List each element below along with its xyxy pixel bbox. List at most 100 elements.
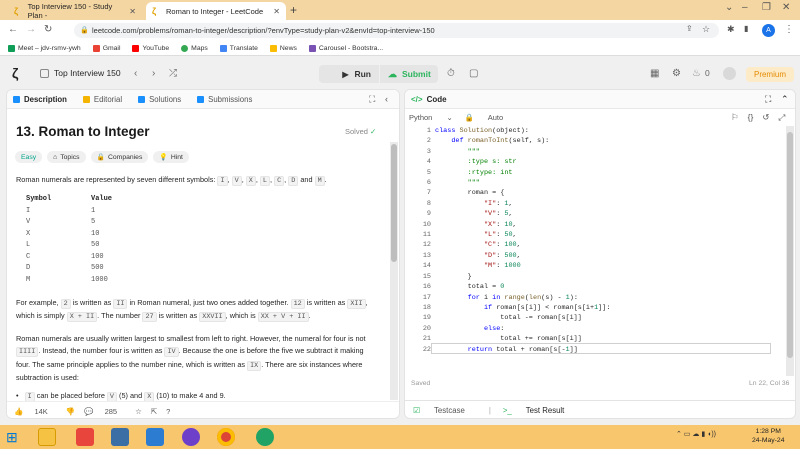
vscode-icon[interactable]: [146, 428, 164, 446]
reset-icon[interactable]: ↺: [762, 112, 769, 123]
bootstrap-icon: [308, 45, 316, 52]
collapse-icon[interactable]: ‹: [385, 94, 388, 104]
fullscreen-icon[interactable]: ⤢: [778, 112, 785, 123]
table-row: C 100: [26, 252, 104, 261]
clock[interactable]: 1:28 PM 24-May-24: [752, 427, 785, 445]
language-select[interactable]: Python ⌄: [409, 113, 453, 122]
leetcode-logo-icon[interactable]: ζ: [12, 66, 25, 80]
close-icon[interactable]: ✕: [273, 7, 280, 16]
terminal-icon: >_: [502, 406, 512, 415]
symbol-code: X: [245, 176, 256, 186]
next-problem-icon[interactable]: ›: [152, 68, 155, 79]
tab-submissions[interactable]: Submissions: [197, 95, 252, 104]
close-icon[interactable]: ✕: [129, 7, 136, 16]
favorite-star-icon[interactable]: ☆: [135, 407, 142, 416]
tab-solutions[interactable]: Solutions: [138, 95, 181, 104]
comment-icon: 💬: [84, 406, 94, 416]
bookmark-translate[interactable]: Translate: [219, 45, 258, 52]
new-tab-button[interactable]: +: [290, 3, 297, 17]
shuffle-icon[interactable]: ⤮: [169, 68, 177, 79]
maximize-icon[interactable]: ⛶: [765, 94, 771, 105]
chrome-icon[interactable]: [217, 428, 235, 446]
hint-tag[interactable]: 💡 Hint: [153, 151, 189, 163]
browser-tab-study-plan[interactable]: ζ Top Interview 150 - Study Plan - ✕: [8, 2, 142, 20]
sidebar-icon[interactable]: ▮: [744, 24, 748, 33]
tab-description[interactable]: Description: [13, 95, 67, 104]
system-tray[interactable]: ⌃ ▭ ☁ ▮ ◖)): [676, 430, 716, 438]
tab-label: Top Interview 150 - Study Plan -: [27, 2, 113, 20]
problem-list-link[interactable]: Top Interview 150: [40, 68, 121, 78]
prev-problem-icon[interactable]: ‹: [134, 68, 137, 79]
collapse-icon[interactable]: ⌃: [781, 94, 789, 105]
user-avatar[interactable]: [723, 67, 736, 80]
close-window-icon[interactable]: ✕: [782, 2, 790, 13]
difficulty-badge: Easy: [15, 151, 43, 163]
dislike-icon[interactable]: 👎: [66, 407, 75, 416]
submissions-icon: [197, 95, 205, 103]
checkbox-icon: ☑: [413, 406, 420, 415]
bookmark-icon[interactable]: ⚐: [731, 112, 739, 123]
like-button[interactable]: 👍 14K: [14, 407, 57, 416]
bookmark-news[interactable]: News: [269, 45, 297, 52]
maximize-icon[interactable]: ⛶: [369, 94, 375, 105]
separator: |: [488, 406, 491, 415]
gmail-icon: [92, 45, 100, 52]
format-braces-icon[interactable]: {}: [748, 112, 754, 123]
description-icon: [13, 95, 20, 103]
table-header: Symbol Value: [26, 195, 113, 203]
control-panel-icon[interactable]: [111, 428, 129, 446]
code-scrollbar-thumb[interactable]: [787, 132, 793, 358]
help-icon[interactable]: ?: [166, 407, 170, 416]
restore-icon[interactable]: ❐: [762, 2, 771, 13]
bookmark-star-icon[interactable]: ☆: [702, 24, 710, 35]
back-icon[interactable]: ←: [8, 24, 18, 35]
run-button[interactable]: ▶ Run: [319, 65, 379, 83]
extensions-icon[interactable]: ✱: [727, 24, 735, 35]
menu-icon[interactable]: ⋮: [784, 24, 794, 35]
submit-button[interactable]: ☁ Submit: [380, 65, 438, 83]
file-explorer-icon[interactable]: [38, 428, 56, 446]
tab-search-icon[interactable]: ⌄: [725, 2, 733, 13]
streak-fire-icon[interactable]: ♨: [692, 68, 701, 79]
bookmarks-bar: Meet – jdv-rsmv-ywh Gmail YouTube Maps T…: [0, 42, 800, 56]
minimize-icon[interactable]: –: [742, 2, 748, 13]
windows-start-icon[interactable]: ⊞: [6, 428, 24, 446]
profile-avatar[interactable]: A: [762, 24, 775, 37]
youtube-icon: [132, 45, 140, 52]
bookmark-gmail[interactable]: Gmail: [92, 45, 120, 52]
testcase-tab[interactable]: ☑ Testcase: [413, 406, 477, 415]
share-icon[interactable]: ⇪: [686, 24, 693, 33]
address-bar[interactable]: 🔒 leetcode.com/problems/roman-to-integer…: [74, 23, 719, 38]
notes-icon[interactable]: ▢: [469, 68, 478, 79]
reload-icon[interactable]: ↻: [44, 24, 52, 35]
browser-tab-roman-to-integer[interactable]: ζ Roman to Integer - LeetCode ✕: [146, 2, 286, 20]
layout-icon[interactable]: ▦: [650, 68, 659, 79]
description-scrollbar-thumb[interactable]: [391, 144, 397, 262]
code-panel: </> Code ⛶ ⌃ Python ⌄ 🔒 Auto ⚐ {} ↺ ⤢ 12…: [404, 89, 796, 419]
topics-tag[interactable]: ⌂ Topics: [47, 151, 86, 163]
timer-icon[interactable]: ⏱: [447, 68, 455, 79]
share-icon[interactable]: ⇱: [151, 407, 157, 416]
upload-cloud-icon: ☁: [388, 68, 397, 79]
github-desktop-icon[interactable]: [182, 428, 200, 446]
comments-button[interactable]: 💬 285: [84, 407, 126, 416]
app-icon[interactable]: [256, 428, 274, 446]
forward-icon[interactable]: →: [26, 24, 36, 35]
example-paragraph: For example, 2 is written as II in Roman…: [16, 298, 368, 323]
autocomplete-mode[interactable]: 🔒 Auto: [465, 113, 515, 122]
bookmark-youtube[interactable]: YouTube: [132, 45, 169, 52]
tab-editorial[interactable]: Editorial: [82, 95, 122, 104]
settings-gear-icon[interactable]: ⚙: [672, 68, 681, 79]
lock-icon: 🔒: [464, 113, 475, 122]
bookmark-maps[interactable]: Maps: [181, 45, 208, 52]
test-bar: ☑ Testcase | >_ Test Result: [405, 400, 795, 418]
wps-office-icon[interactable]: [76, 428, 94, 446]
code-editor[interactable]: class Solution(object): def romanToInt(s…: [435, 126, 610, 355]
problem-title: 13. Roman to Integer: [16, 124, 150, 139]
companies-tag[interactable]: 🔒 Companies: [90, 151, 149, 163]
premium-button[interactable]: Premium: [746, 67, 794, 82]
test-result-tab[interactable]: >_ Test Result: [503, 406, 577, 415]
bookmark-carousel[interactable]: Carousel - Bootstra...: [308, 45, 383, 52]
list-icon: [40, 68, 49, 78]
bookmark-meet[interactable]: Meet – jdv-rsmv-ywh: [8, 45, 81, 52]
